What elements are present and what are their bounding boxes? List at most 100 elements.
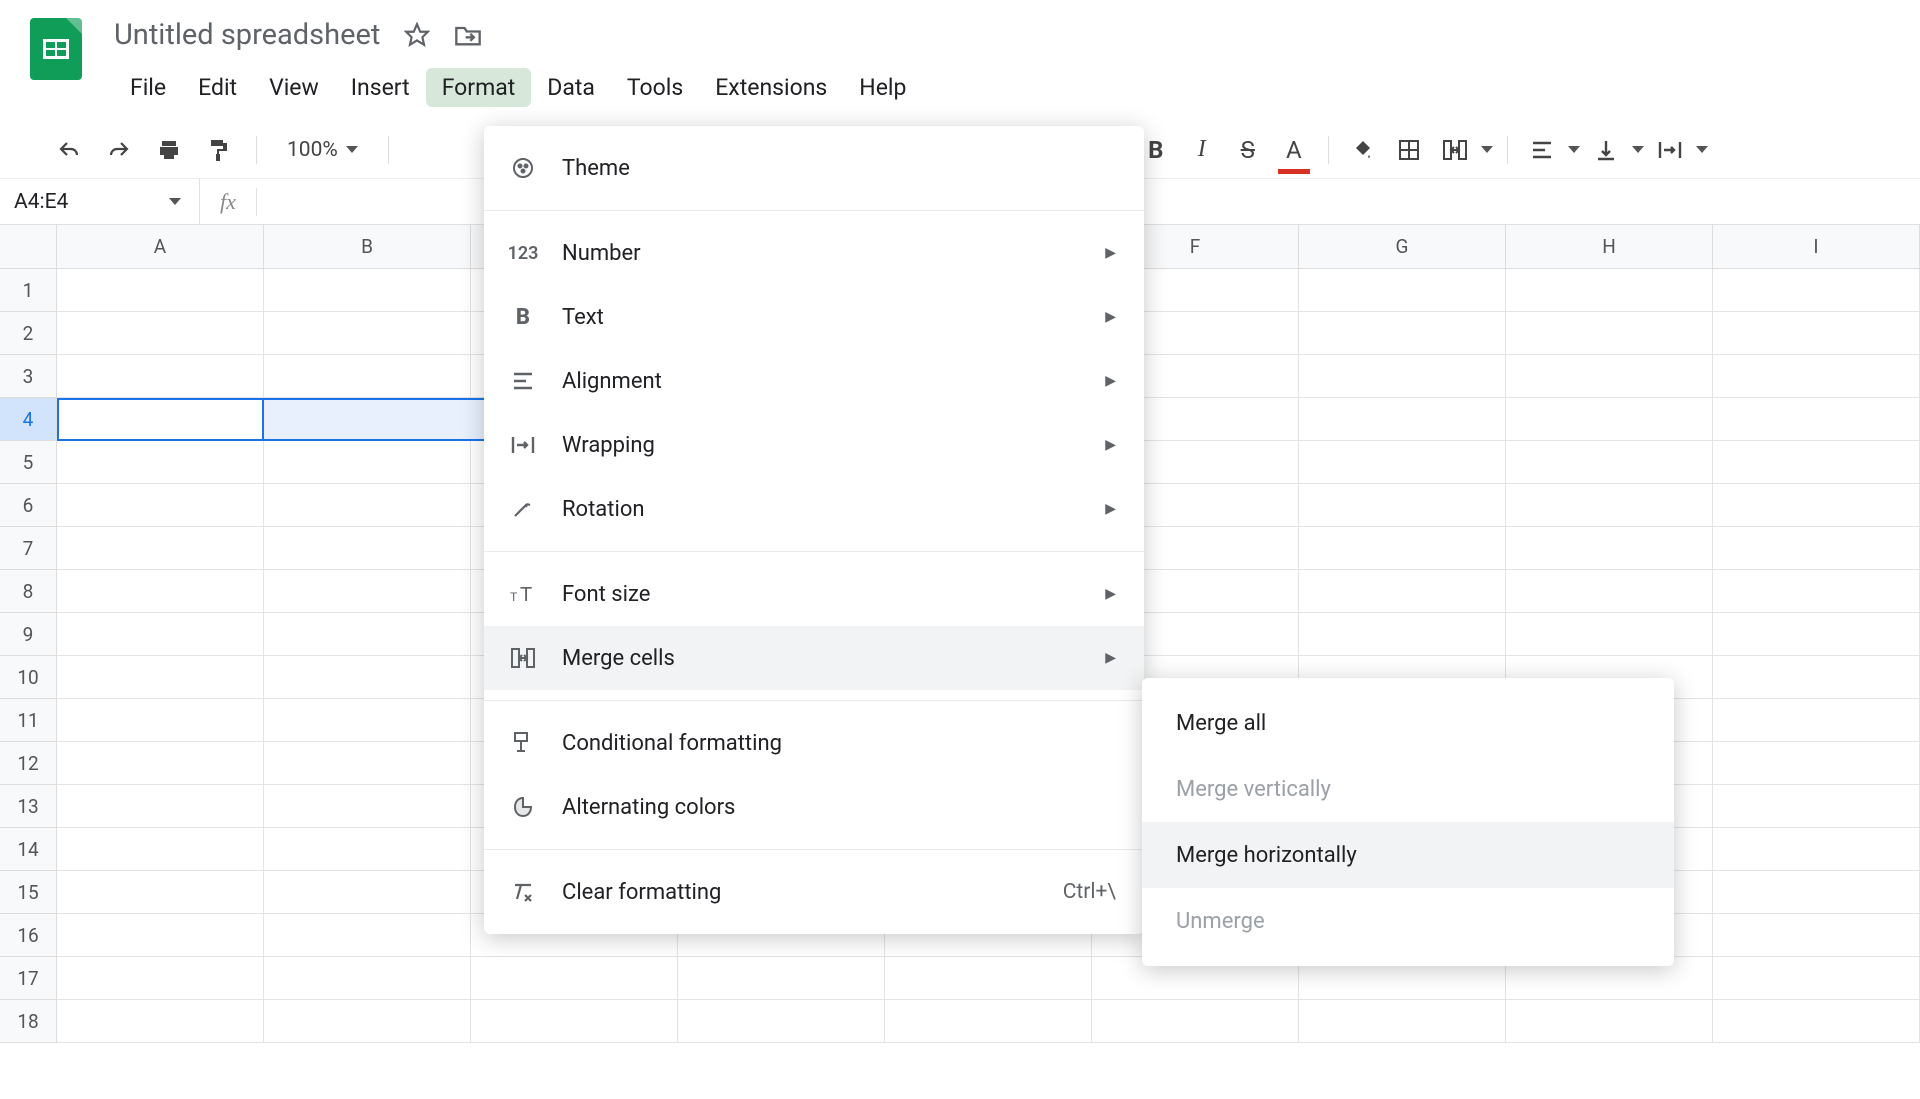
sheets-logo[interactable] [28, 14, 84, 84]
strikethrough-button[interactable]: S [1228, 130, 1268, 170]
row-header[interactable]: 12 [0, 742, 57, 785]
cell[interactable] [1713, 312, 1920, 355]
chevron-down-icon[interactable] [1568, 146, 1580, 153]
cell[interactable] [1713, 355, 1920, 398]
italic-button[interactable]: I [1182, 130, 1222, 170]
chevron-down-icon[interactable] [1632, 146, 1644, 153]
row-header[interactable]: 8 [0, 570, 57, 613]
cell[interactable] [264, 312, 471, 355]
cell[interactable] [1092, 1000, 1299, 1043]
cell[interactable] [264, 570, 471, 613]
row-header[interactable]: 18 [0, 1000, 57, 1043]
cell[interactable] [57, 484, 264, 527]
cell[interactable] [471, 1000, 678, 1043]
cell[interactable] [57, 957, 264, 1000]
menu-insert[interactable]: Insert [335, 68, 426, 107]
cell[interactable] [264, 613, 471, 656]
row-header[interactable]: 4 [0, 398, 57, 441]
cell[interactable] [1506, 312, 1713, 355]
cell[interactable] [678, 957, 885, 1000]
select-all-corner[interactable] [0, 225, 57, 269]
row-header[interactable]: 2 [0, 312, 57, 355]
row-header[interactable]: 14 [0, 828, 57, 871]
cell[interactable] [264, 656, 471, 699]
cell[interactable] [1713, 656, 1920, 699]
format-conditional[interactable]: Conditional formatting [484, 711, 1144, 775]
merge-all[interactable]: Merge all [1142, 690, 1674, 756]
cell[interactable] [1713, 398, 1920, 441]
row-header[interactable]: 6 [0, 484, 57, 527]
format-merge-cells[interactable]: Merge cells ▶ [484, 626, 1144, 690]
move-icon[interactable] [454, 23, 482, 47]
cell[interactable] [1713, 527, 1920, 570]
format-clear[interactable]: Clear formatting Ctrl+\ [484, 860, 1144, 924]
cell[interactable] [57, 355, 264, 398]
cell[interactable] [678, 1000, 885, 1043]
cell[interactable] [264, 1000, 471, 1043]
cell[interactable] [1506, 1000, 1713, 1043]
column-header[interactable]: I [1713, 225, 1920, 268]
cell[interactable] [264, 484, 471, 527]
cell[interactable] [1299, 398, 1506, 441]
chevron-down-icon[interactable] [1696, 146, 1708, 153]
menu-extensions[interactable]: Extensions [699, 68, 843, 107]
column-header[interactable]: G [1299, 225, 1506, 268]
cell[interactable] [264, 871, 471, 914]
cell[interactable] [264, 785, 471, 828]
document-title[interactable]: Untitled spreadsheet [114, 18, 380, 52]
print-button[interactable] [148, 129, 190, 171]
cell[interactable] [264, 269, 471, 312]
menu-file[interactable]: File [114, 68, 182, 107]
cell[interactable] [57, 699, 264, 742]
cell[interactable] [264, 914, 471, 957]
row-header[interactable]: 9 [0, 613, 57, 656]
cell[interactable] [1713, 1000, 1920, 1043]
row-header[interactable]: 11 [0, 699, 57, 742]
format-wrapping[interactable]: Wrapping ▶ [484, 413, 1144, 477]
cell[interactable] [885, 1000, 1092, 1043]
format-font-size[interactable]: TT Font size ▶ [484, 562, 1144, 626]
cell[interactable] [1299, 1000, 1506, 1043]
column-header[interactable]: A [57, 225, 264, 268]
cell[interactable] [1299, 312, 1506, 355]
menu-help[interactable]: Help [843, 68, 922, 107]
format-theme[interactable]: Theme [484, 136, 1144, 200]
menu-tools[interactable]: Tools [611, 68, 699, 107]
column-header[interactable]: B [264, 225, 471, 268]
menu-format[interactable]: Format [426, 68, 532, 107]
cell[interactable] [57, 441, 264, 484]
cell[interactable] [57, 570, 264, 613]
cell[interactable] [1299, 527, 1506, 570]
merge-horizontally[interactable]: Merge horizontally [1142, 822, 1674, 888]
cell[interactable] [264, 742, 471, 785]
row-header[interactable]: 1 [0, 269, 57, 312]
cell[interactable] [57, 613, 264, 656]
horizontal-align-button[interactable] [1522, 130, 1562, 170]
cell[interactable] [1506, 398, 1713, 441]
cell[interactable] [1713, 441, 1920, 484]
column-header[interactable]: H [1506, 225, 1713, 268]
row-header[interactable]: 7 [0, 527, 57, 570]
cell[interactable] [264, 441, 471, 484]
cell[interactable] [264, 527, 471, 570]
cell[interactable] [264, 957, 471, 1000]
menu-view[interactable]: View [253, 68, 335, 107]
cell[interactable] [57, 527, 264, 570]
cell[interactable] [57, 914, 264, 957]
cell[interactable] [1299, 269, 1506, 312]
cell[interactable] [1713, 742, 1920, 785]
star-icon[interactable] [404, 22, 430, 48]
cell[interactable] [1713, 914, 1920, 957]
cell[interactable] [1506, 441, 1713, 484]
chevron-down-icon[interactable] [1481, 146, 1493, 153]
cell[interactable] [1299, 613, 1506, 656]
cell[interactable] [57, 1000, 264, 1043]
cell[interactable] [1713, 699, 1920, 742]
cell[interactable] [264, 355, 471, 398]
redo-button[interactable] [98, 129, 140, 171]
name-box[interactable]: A4:E4 [0, 179, 200, 224]
cell[interactable] [1299, 484, 1506, 527]
cell[interactable] [57, 785, 264, 828]
row-header[interactable]: 3 [0, 355, 57, 398]
cell[interactable] [1713, 957, 1920, 1000]
